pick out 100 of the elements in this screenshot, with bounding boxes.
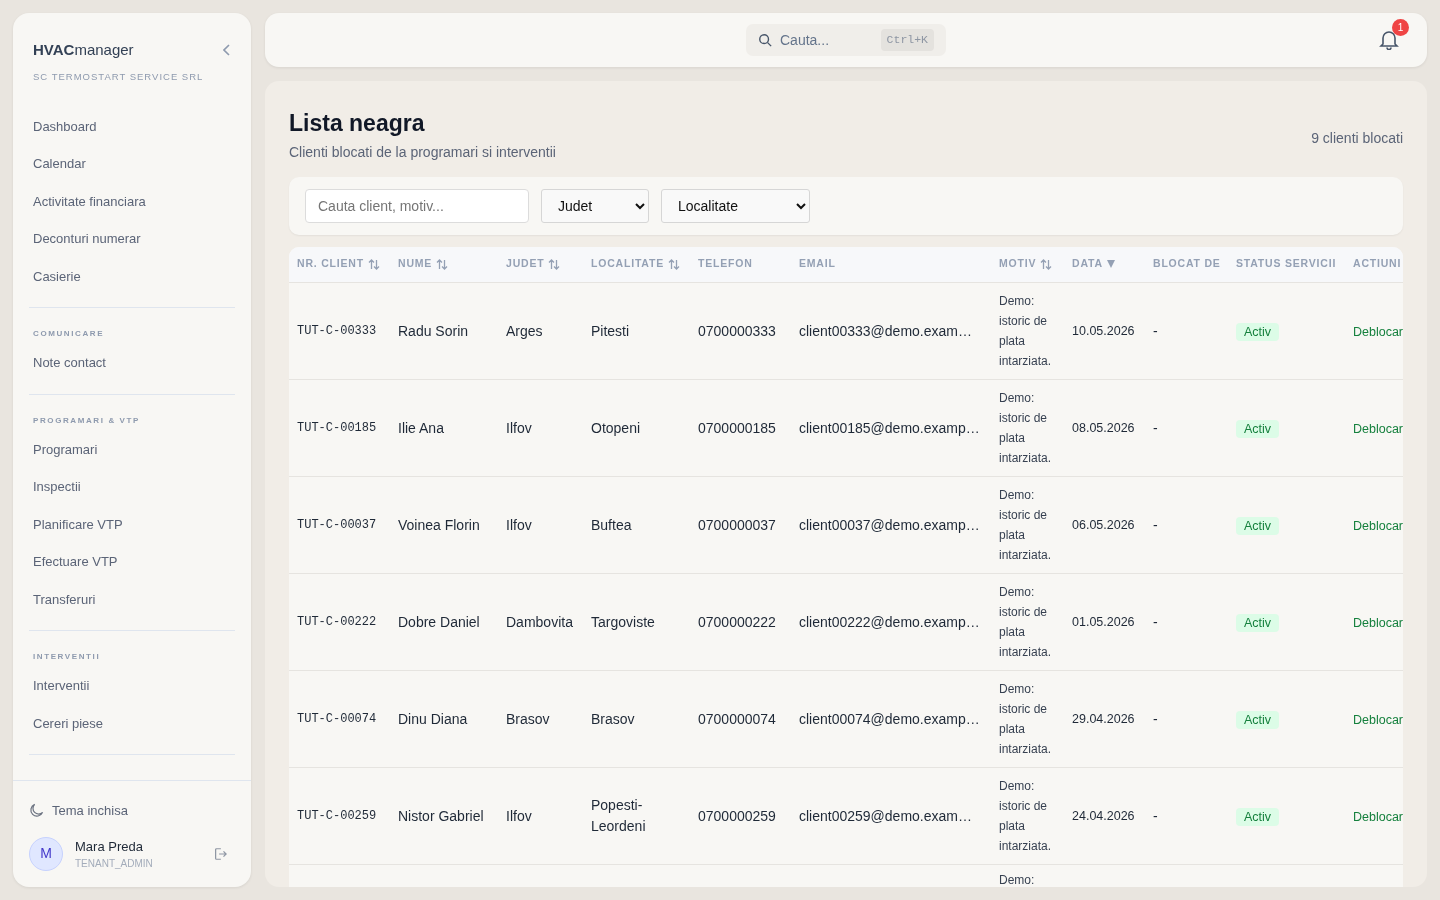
unblock-link[interactable]: Deblocar — [1353, 421, 1403, 436]
email-address: client00074@demo.examp… — [799, 710, 980, 727]
phone-number: 0700000259 — [698, 807, 776, 824]
block-date: 29.04.2026 — [1072, 711, 1135, 726]
user-name: Mara Preda — [75, 837, 144, 856]
sort-icon[interactable] — [367, 258, 380, 270]
section-heading: COMUNICARE — [32, 328, 106, 341]
column-header[interactable]: DATA — [1072, 256, 1103, 273]
client-number: TUT-C-00333 — [297, 324, 377, 339]
block-date: 24.04.2026 — [1072, 808, 1135, 823]
sidebar-item[interactable]: Inspectii — [13, 468, 251, 506]
notification-count: 1 — [1392, 19, 1409, 36]
client-name: Ilie Ana — [398, 419, 444, 436]
filter-dropdown[interactable]: Localitate — [661, 188, 810, 223]
status-badge: Activ — [1236, 710, 1280, 729]
email-address: client00333@demo.exam… — [799, 322, 972, 339]
moon-icon[interactable] — [29, 803, 44, 819]
block-date: 06.05.2026 — [1072, 517, 1135, 532]
user-avatar: M — [29, 836, 63, 871]
shortcut-hint: Ctrl+K — [880, 29, 934, 51]
search-placeholder: Cauta... — [780, 30, 830, 50]
client-name: Dinu Diana — [398, 710, 468, 727]
sort-icon[interactable] — [548, 258, 561, 270]
client-name: Dobre Daniel — [398, 613, 480, 630]
county: Ilfov — [506, 419, 532, 436]
county: Brasov — [506, 710, 550, 727]
block-date: 10.05.2026 — [1072, 323, 1135, 338]
county: Dambovita — [506, 613, 573, 630]
unblock-link[interactable]: Deblocar — [1353, 809, 1403, 824]
locality: Buftea — [591, 516, 632, 533]
unblock-link[interactable]: Deblocar — [1353, 324, 1403, 339]
email-address: client00222@demo.examp… — [799, 613, 980, 630]
status-badge: Activ — [1236, 807, 1280, 826]
column-header[interactable]: EMAIL — [799, 256, 836, 273]
client-name: Radu Sorin — [398, 322, 469, 339]
collapse-icon[interactable] — [223, 44, 231, 57]
sidebar-item[interactable]: Interventii — [13, 667, 251, 705]
global-search-field[interactable]: Cauta... Ctrl+K — [746, 24, 946, 56]
status-badge: Activ — [1236, 419, 1280, 438]
phone-number: 0700000333 — [698, 322, 776, 339]
client-name: Nistor Gabriel — [398, 807, 484, 824]
client-number: TUT-C-00037 — [297, 518, 377, 533]
blocked-by: - — [1153, 516, 1158, 533]
filter-dropdown[interactable]: Judet — [541, 188, 649, 223]
block-reason: Demo: istoric de plata intarziata. — [999, 779, 1052, 854]
unblock-link[interactable]: Deblocar — [1353, 615, 1403, 630]
company-name: SC TERMOSTART SERVICE SRL — [33, 69, 205, 84]
sort-icon[interactable] — [1040, 258, 1053, 270]
column-header[interactable]: NUME — [398, 256, 433, 273]
client-number: TUT-C-00222 — [297, 615, 377, 630]
client-name: Voinea Florin — [398, 516, 480, 533]
locality: Brasov — [591, 710, 635, 727]
blocked-by: - — [1153, 807, 1158, 824]
status-badge: Activ — [1236, 613, 1280, 632]
section-heading: PROGRAMARI & VTP — [32, 414, 141, 427]
sort-icon[interactable] — [667, 258, 680, 270]
phone-number: 0700000222 — [698, 613, 776, 630]
status-badge: Activ — [1236, 322, 1280, 341]
sidebar-item[interactable]: Programari — [13, 430, 251, 469]
phone-number: 0700000037 — [698, 516, 776, 533]
sidebar-item[interactable]: Note contact — [13, 344, 251, 382]
block-reason: Demo: istoric de plata intarziata. — [999, 391, 1052, 466]
county: Arges — [506, 322, 543, 339]
logout-icon[interactable] — [213, 846, 227, 861]
sidebar-item[interactable]: Casierie — [13, 257, 251, 296]
page-title: Lista neagra — [289, 110, 426, 138]
blocked-by: - — [1153, 419, 1158, 436]
sidebar-item[interactable]: Efectuare VTP — [13, 543, 251, 581]
search-icon — [758, 33, 772, 47]
theme-toggle[interactable]: Tema inchisa — [52, 801, 128, 821]
county: Ilfov — [506, 516, 532, 533]
sidebar-item[interactable]: Cereri piese — [13, 704, 251, 743]
block-reason: Demo: — [999, 873, 1035, 887]
block-reason: Demo: istoric de plata intarziata. — [999, 488, 1052, 563]
unblock-link[interactable]: Deblocar — [1353, 518, 1403, 533]
notification-bell-icon[interactable] — [1379, 29, 1399, 51]
blocked-by: - — [1153, 322, 1158, 339]
block-reason: Demo: istoric de plata intarziata. — [999, 294, 1052, 369]
section-heading: INTERVENTII — [32, 651, 102, 664]
phone-number: 0700000185 — [698, 419, 776, 436]
page-subtitle: Clienti blocati de la programari si interventii — [289, 142, 556, 162]
sidebar-item[interactable]: Planificare VTP — [13, 505, 251, 544]
unblock-link[interactable]: Deblocar — [1353, 712, 1403, 727]
sidebar-item[interactable]: Transferuri — [13, 580, 251, 619]
email-address: client00259@demo.exam… — [799, 807, 972, 824]
locality: Pitesti — [591, 322, 630, 339]
client-number: TUT-C-00074 — [297, 712, 377, 727]
sidebar-item[interactable]: Dashboard — [13, 107, 251, 146]
sort-descending-icon[interactable] — [1106, 260, 1115, 269]
sidebar-item[interactable]: Deconturi numerar — [13, 220, 251, 258]
locality: Targoviste — [591, 613, 655, 630]
sort-icon[interactable] — [436, 258, 449, 270]
sidebar-item[interactable]: Calendar — [13, 145, 251, 183]
block-reason: Demo: istoric de plata intarziata. — [999, 585, 1052, 660]
phone-number: 0700000074 — [698, 710, 776, 727]
block-date: 01.05.2026 — [1072, 614, 1135, 629]
search-field[interactable]: Cauta client, motiv... — [305, 188, 529, 223]
blocked-count: 9 clienti blocati — [1311, 129, 1403, 148]
app-logo: HVACmanager — [33, 40, 134, 60]
sidebar-item[interactable]: Activitate financiara — [13, 182, 251, 221]
